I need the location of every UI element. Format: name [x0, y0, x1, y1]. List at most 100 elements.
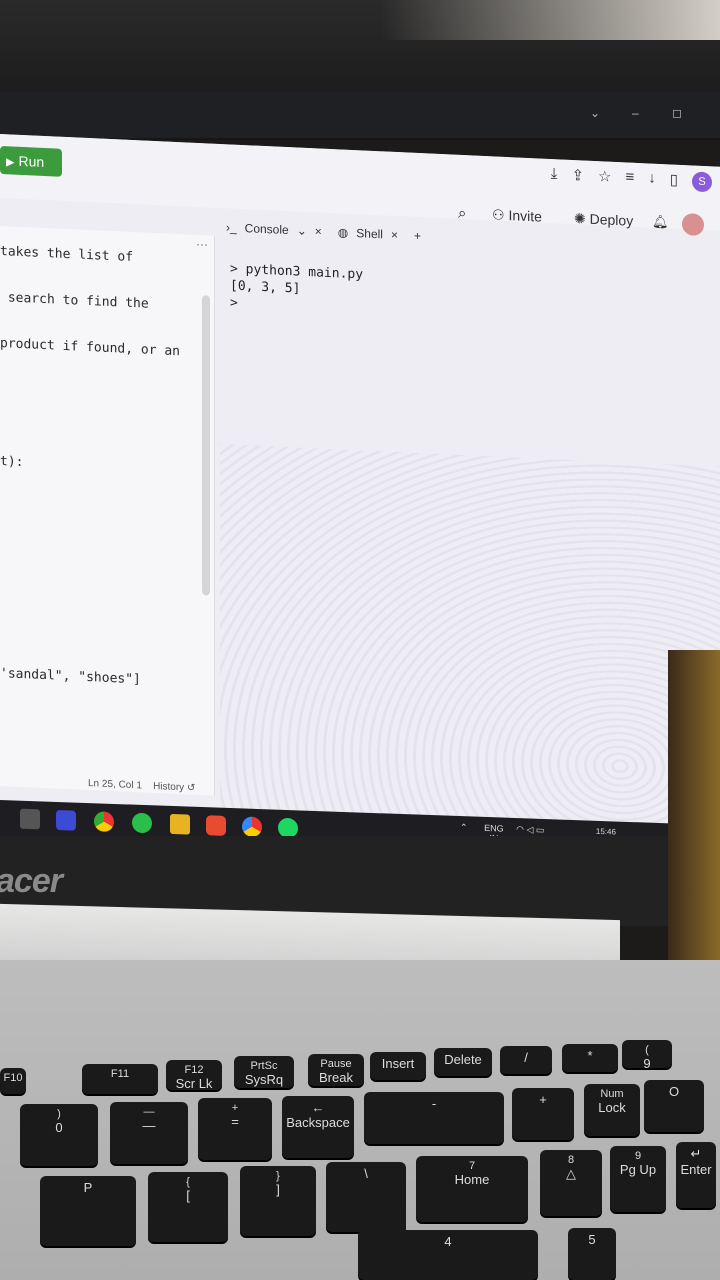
- chrome-profile-icon[interactable]: [242, 816, 262, 838]
- keyboard-key[interactable]: 8 △: [540, 1150, 602, 1216]
- keyboard-key[interactable]: 4: [358, 1230, 538, 1280]
- key-label: +: [539, 1092, 547, 1107]
- key-label: △: [566, 1166, 576, 1181]
- user-avatar[interactable]: [682, 212, 704, 236]
- more-options-icon[interactable]: ···: [196, 237, 208, 252]
- key-label: Home: [454, 1172, 490, 1187]
- key-label: ← Backspace: [286, 1100, 350, 1130]
- keyboard-key[interactable]: (9: [622, 1040, 672, 1071]
- keyboard-key[interactable]: /: [500, 1046, 552, 1074]
- tab-shell[interactable]: ◍ Shell ×: [338, 225, 398, 242]
- tab-console[interactable]: ›_ Console ⌄ ×: [226, 220, 322, 238]
- chrome-icon[interactable]: [94, 811, 114, 832]
- keyboard-key[interactable]: ) 0: [20, 1104, 98, 1166]
- key-top-label: +: [231, 1102, 239, 1114]
- wifi-icon[interactable]: ◠: [516, 824, 524, 834]
- key-label: =: [231, 1114, 239, 1129]
- deploy-icon: ✺: [574, 210, 586, 227]
- keyboard-key[interactable]: -: [364, 1092, 504, 1144]
- add-tab-icon[interactable]: +: [414, 229, 421, 243]
- keyboard-key[interactable]: Delete: [434, 1048, 492, 1076]
- install-app-icon[interactable]: ⤓: [551, 165, 558, 185]
- code-line: t):: [0, 454, 24, 471]
- volume-icon[interactable]: ◁: [526, 824, 533, 834]
- chevron-up-icon[interactable]: ⌃: [460, 822, 468, 832]
- key-label: \: [364, 1166, 368, 1181]
- key-top-label: 8: [567, 1154, 575, 1166]
- key-label: ↵ Enter: [680, 1146, 712, 1177]
- keyboard-key[interactable]: PrtSc SysRq: [234, 1056, 294, 1088]
- key-label: O: [668, 1084, 680, 1099]
- keyboard-key[interactable]: O: [644, 1080, 704, 1132]
- bell-icon[interactable]: 🔔︎: [652, 214, 669, 231]
- keyboard-key[interactable]: 9 Pg Up: [610, 1146, 666, 1212]
- key-label: Break: [319, 1070, 353, 1085]
- code-line: takes the list of: [0, 244, 134, 266]
- editor-status-bar: Ln 25, Col 1 History ↺: [88, 777, 196, 794]
- file-explorer-icon[interactable]: [170, 813, 190, 835]
- invite-button[interactable]: ⚇ Invite: [492, 206, 542, 225]
- key-label: Insert: [381, 1056, 415, 1071]
- key-top-label: (: [645, 1044, 649, 1056]
- battery-icon[interactable]: ▭: [536, 825, 545, 835]
- profile-avatar[interactable]: S: [692, 171, 712, 193]
- code-editor[interactable]: ··· takes the list of search to find the…: [0, 226, 215, 796]
- keyboard-key[interactable]: Pause Break: [308, 1054, 364, 1086]
- key-top-label: F10: [3, 1072, 23, 1084]
- download-icon[interactable]: ↓: [648, 169, 656, 189]
- keyboard-key[interactable]: F10: [0, 1068, 26, 1094]
- keyboard-key[interactable]: {[: [148, 1172, 228, 1242]
- keyboard-key[interactable]: ↵ Enter: [676, 1142, 716, 1208]
- key-top-label: }: [276, 1170, 280, 1182]
- brand-logo: acer: [0, 862, 63, 900]
- video-app-icon[interactable]: [56, 809, 76, 831]
- restore-icon[interactable]: ◻: [672, 106, 682, 120]
- share-icon[interactable]: ⇪: [571, 166, 584, 187]
- editor-scrollbar[interactable]: [202, 295, 210, 596]
- key-top-label: —: [143, 1106, 155, 1118]
- keyboard-key[interactable]: Insert: [370, 1052, 426, 1080]
- search-icon[interactable]: ⌕: [458, 205, 466, 222]
- keyboard-key[interactable]: F12 Scr Lk: [166, 1060, 222, 1091]
- keyboard-key[interactable]: *: [562, 1044, 618, 1072]
- keyboard-key[interactable]: }]: [240, 1166, 316, 1236]
- keyboard-key[interactable]: ← Backspace: [282, 1096, 354, 1158]
- reading-list-icon[interactable]: ≡: [625, 168, 634, 188]
- deploy-button[interactable]: ✺ Deploy: [574, 210, 633, 230]
- history-button[interactable]: History: [153, 781, 184, 793]
- keyboard-key[interactable]: 7 Home: [416, 1156, 528, 1222]
- run-button[interactable]: ▶ Run: [0, 146, 62, 177]
- close-icon[interactable]: ×: [391, 228, 398, 242]
- keyboard-key[interactable]: F11: [82, 1064, 158, 1094]
- moire-pattern: [220, 443, 720, 847]
- keyboard-key[interactable]: P: [40, 1176, 136, 1246]
- keyboard-key[interactable]: 5: [568, 1228, 616, 1280]
- key-label: Lock: [598, 1100, 626, 1115]
- keyboard-key[interactable]: \: [326, 1162, 406, 1232]
- minimize-icon[interactable]: –: [632, 106, 639, 120]
- key-top-label: F12: [184, 1064, 204, 1076]
- code-line: 'sandal", "shoes"]: [0, 666, 141, 688]
- key-top-label: Num: [600, 1088, 624, 1100]
- brave-icon[interactable]: [206, 815, 226, 836]
- key-label: 5: [588, 1232, 596, 1247]
- key-label: *: [587, 1048, 593, 1063]
- console-output[interactable]: > python3 main.py [0, 3, 5] >: [230, 260, 363, 317]
- whatsapp-icon[interactable]: [132, 812, 152, 834]
- star-icon[interactable]: ☆: [598, 167, 611, 188]
- key-top-label: F11: [110, 1068, 130, 1080]
- keyboard-key[interactable]: — —: [110, 1102, 188, 1164]
- browser-chrome: ⌄ – ◻: [0, 92, 720, 138]
- key-label: Delete: [444, 1052, 482, 1067]
- keyboard-key[interactable]: +: [512, 1088, 574, 1140]
- close-icon[interactable]: ×: [315, 224, 322, 238]
- app-icon[interactable]: [20, 808, 40, 830]
- code-line: product if found, or an: [0, 336, 181, 360]
- key-top-label: Pause: [320, 1058, 352, 1070]
- keyboard-key[interactable]: Num Lock: [584, 1084, 640, 1136]
- key-label: Pg Up: [619, 1162, 657, 1177]
- chevron-down-icon[interactable]: ⌄: [297, 223, 307, 237]
- sidepanel-icon[interactable]: ▯: [670, 170, 678, 190]
- chevron-down-icon[interactable]: ⌄: [590, 106, 600, 120]
- keyboard-key[interactable]: + =: [198, 1098, 272, 1160]
